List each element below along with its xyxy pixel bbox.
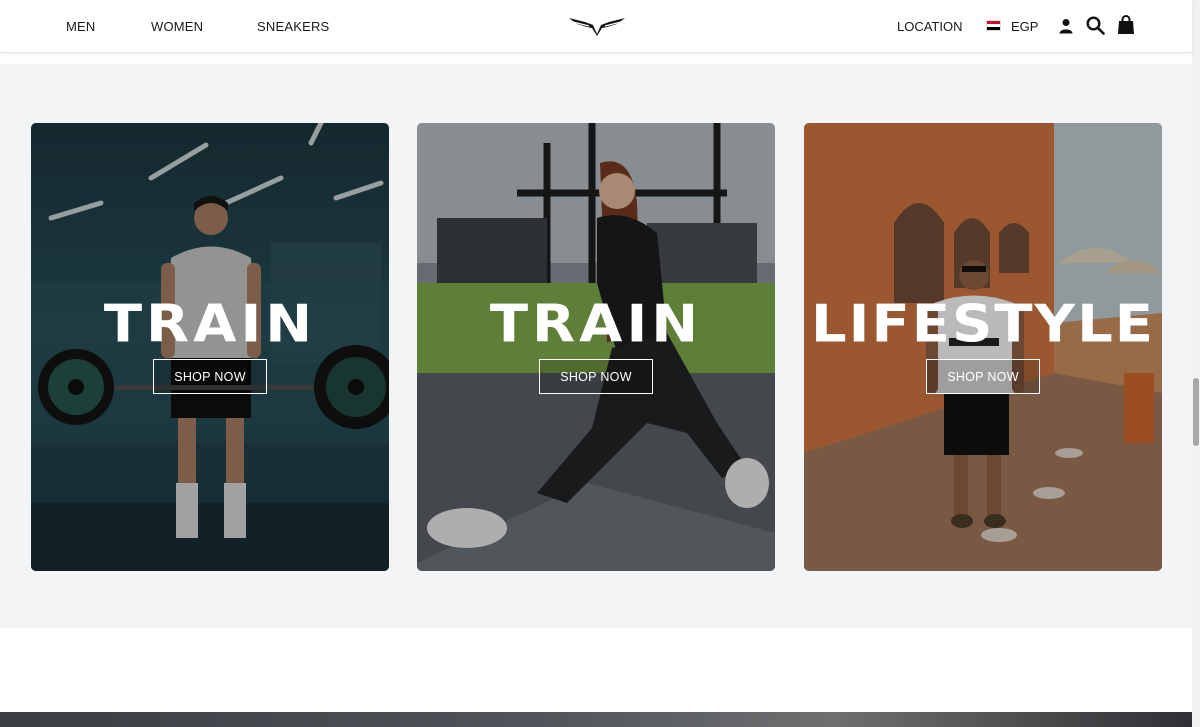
- next-section-image: [0, 712, 1192, 727]
- card-title: TRAIN: [489, 294, 703, 355]
- scrollbar-thumb[interactable]: [1193, 378, 1199, 446]
- search-icon[interactable]: [1086, 16, 1105, 35]
- card-title: TRAIN: [103, 294, 317, 355]
- shop-now-button[interactable]: SHOP NOW: [153, 359, 267, 394]
- shop-now-button[interactable]: SHOP NOW: [539, 359, 653, 394]
- nav-link-sneakers[interactable]: SNEAKERS: [257, 19, 329, 34]
- category-card-lifestyle[interactable]: LIFESTYLE SHOP NOW: [804, 123, 1162, 571]
- category-card-train-women[interactable]: TRAIN SHOP NOW: [417, 123, 775, 571]
- category-card-train-men[interactable]: TRAIN SHOP NOW: [31, 123, 389, 571]
- shop-now-button[interactable]: SHOP NOW: [926, 359, 1040, 394]
- nav-link-women[interactable]: WOMEN: [151, 19, 203, 34]
- nav-link-men[interactable]: MEN: [66, 19, 96, 34]
- currency-selector[interactable]: EGP: [1011, 19, 1038, 34]
- eagle-logo[interactable]: [567, 13, 627, 37]
- scrollbar[interactable]: [1192, 0, 1200, 727]
- site-header: MEN WOMEN SNEAKERS LOCATION EGP: [0, 0, 1192, 53]
- location-link[interactable]: LOCATION: [897, 19, 963, 34]
- user-icon[interactable]: [1059, 18, 1073, 34]
- shopping-bag-icon[interactable]: [1117, 15, 1135, 35]
- card-title: LIFESTYLE: [810, 294, 1156, 355]
- egypt-flag-icon: [986, 20, 1001, 31]
